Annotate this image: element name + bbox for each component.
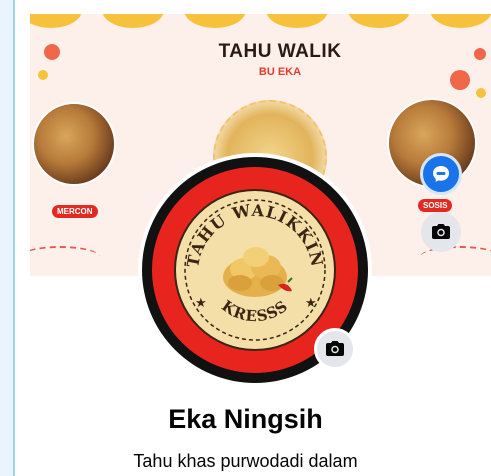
cover-label-right: SOSIS: [418, 199, 453, 212]
cover-decoration: [450, 70, 470, 90]
cover-decoration: [38, 70, 48, 80]
cover-decoration: [266, 14, 328, 28]
food-photo-left: [32, 102, 116, 186]
cover-decoration: [102, 14, 164, 28]
cover-decoration: [348, 14, 410, 28]
edit-cover-photo-button[interactable]: [421, 212, 461, 252]
svg-text:★: ★: [195, 295, 207, 310]
profile-name: Eka Ningsih: [168, 404, 323, 434]
logo-badge: ★ ★ TAHU WALIKKIN KRESSS: [174, 189, 336, 351]
camera-icon: [326, 341, 344, 356]
edit-profile-picture-button[interactable]: [314, 328, 356, 370]
messenger-icon: [433, 166, 449, 182]
profile-bio: Tahu khas purwodadi dalam: [133, 451, 358, 471]
cover-label-left: MERCON: [52, 205, 98, 218]
svg-text:★: ★: [305, 295, 317, 310]
cover-decoration: [30, 14, 82, 28]
cover-decoration: [476, 88, 486, 98]
cover-decoration: [30, 246, 100, 268]
cover-decoration: [430, 14, 491, 28]
cover-title: TAHU WALIK: [218, 41, 342, 62]
cover-decoration: [184, 14, 246, 28]
cover-subtitle: BU EKA: [258, 66, 302, 78]
messenger-button[interactable]: [420, 153, 462, 195]
cover-decoration: [44, 44, 60, 60]
cover-decoration: [474, 48, 486, 60]
camera-icon: [432, 224, 450, 239]
